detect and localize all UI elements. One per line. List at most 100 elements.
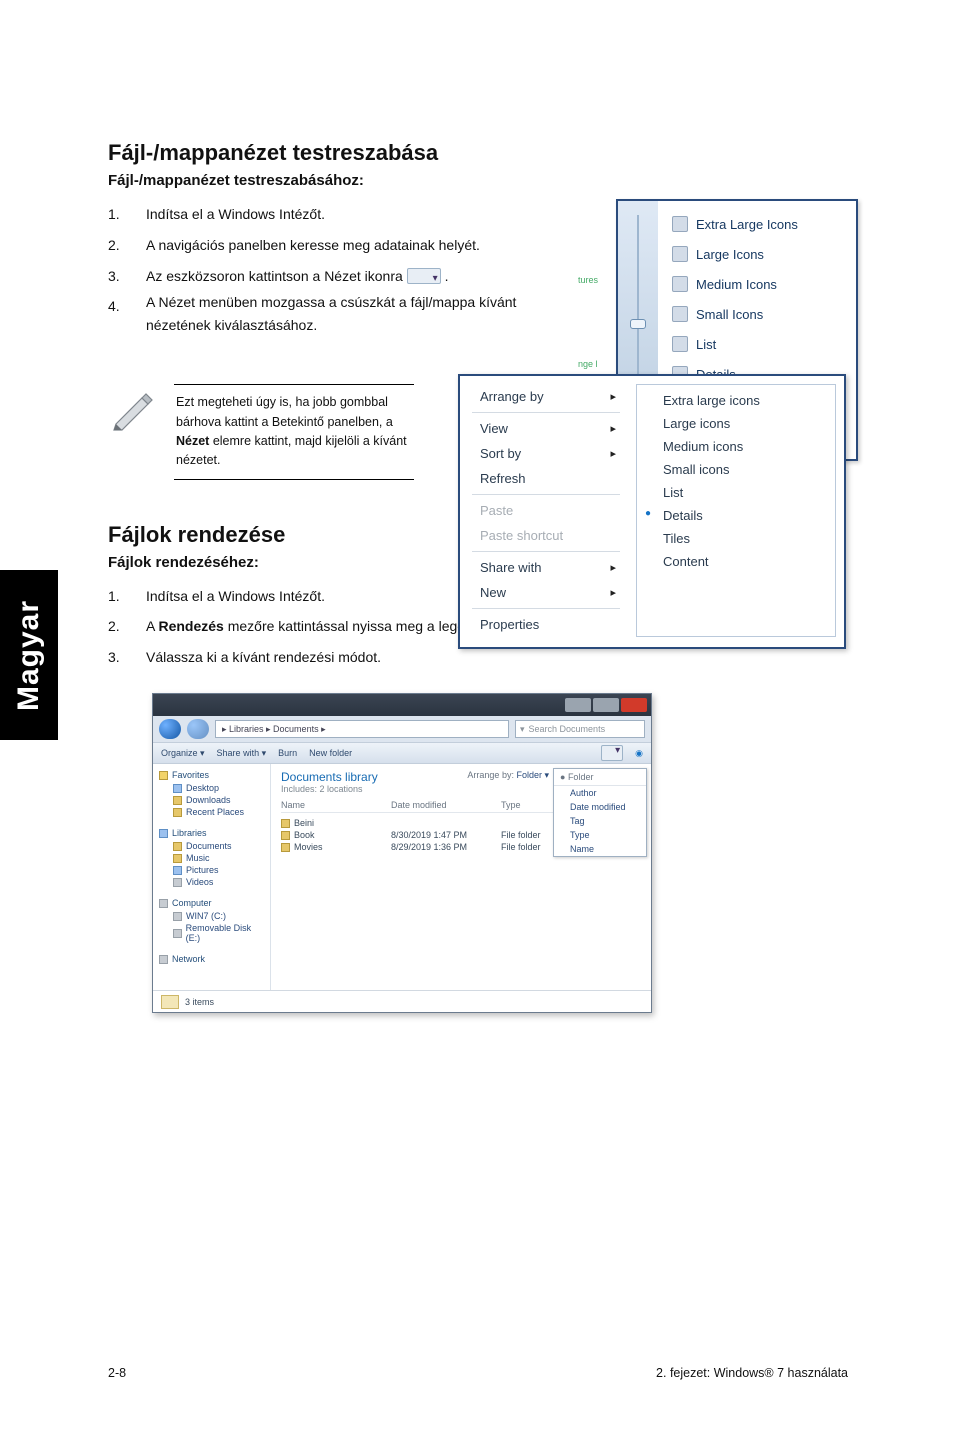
drive-icon — [173, 912, 182, 921]
s1-step4: A Nézet menüben mozgassa a csúszkát a fá… — [146, 291, 538, 336]
ctx-arrange-by[interactable]: Arrange by▸ — [466, 384, 626, 409]
arrange-name[interactable]: Name — [554, 842, 646, 856]
ctx-view-details[interactable]: Details — [637, 504, 835, 527]
sb-favorites[interactable]: Favorites — [159, 770, 264, 780]
large-icons-icon — [672, 246, 688, 262]
context-menu[interactable]: Arrange by▸ View▸ Sort by▸ Refresh Paste… — [458, 374, 846, 649]
s2-step3: Válassza ki a kívánt rendezési módot. — [146, 642, 381, 673]
sb-network[interactable]: Network — [159, 954, 264, 964]
arrange-dropdown[interactable]: ● Folder Author Date modified Tag Type N… — [553, 768, 647, 857]
tb-help-icon[interactable]: ◉ — [635, 748, 643, 759]
pencil-icon — [108, 384, 156, 432]
sb-music[interactable]: Music — [159, 852, 264, 864]
sb-pictures[interactable]: Pictures — [159, 864, 264, 876]
view-option-extra-large[interactable]: Extra Large Icons — [666, 209, 856, 239]
breadcrumb[interactable]: ▸ Libraries ▸ Documents ▸ — [215, 720, 509, 738]
sb-computer[interactable]: Computer — [159, 898, 264, 908]
ctx-properties[interactable]: Properties — [466, 612, 626, 637]
content-area: Fájl-/mappanézet testreszabása Fájl-/map… — [108, 140, 858, 1013]
ctx-view-xl[interactable]: Extra large icons — [637, 389, 835, 412]
titlebar — [153, 694, 651, 716]
arrange-value[interactable]: Folder ▾ — [516, 770, 549, 780]
ctx-paste-shortcut: Paste shortcut — [466, 523, 626, 548]
documents-icon — [173, 842, 182, 851]
desktop-icon — [173, 784, 182, 793]
tb-view-icon[interactable] — [601, 745, 623, 761]
libraries-icon — [159, 829, 168, 838]
sb-videos[interactable]: Videos — [159, 876, 264, 888]
search-input[interactable]: ▾ Search Documents — [515, 720, 645, 738]
sb-downloads[interactable]: Downloads — [159, 794, 264, 806]
s1-step2: A navigációs panelben keresse meg adatai… — [146, 230, 480, 261]
view-toolbar-icon — [407, 268, 441, 284]
view-option-large[interactable]: Large Icons — [666, 239, 856, 269]
s1-step1: Indítsa el a Windows Intézőt. — [146, 199, 325, 230]
status-folder-icon — [161, 995, 179, 1009]
folder-icon — [281, 843, 290, 852]
strip-tag-bottom: nge l — [578, 359, 598, 369]
status-count: 3 items — [185, 997, 214, 1007]
section1-steps: 1.Indítsa el a Windows Intézőt. 2.A navi… — [108, 199, 538, 336]
tb-newfolder[interactable]: New folder — [309, 748, 352, 758]
ctx-view-list[interactable]: List — [637, 481, 835, 504]
ctx-sort-by[interactable]: Sort by▸ — [466, 441, 626, 466]
ctx-new[interactable]: New▸ — [466, 580, 626, 605]
note-block: Ezt megteheti úgy is, ha jobb gombbal bá… — [108, 384, 848, 480]
tb-burn[interactable]: Burn — [278, 748, 297, 758]
sidebar: Favorites Desktop Downloads Recent Place… — [153, 764, 271, 990]
explorer-window: ▸ Libraries ▸ Documents ▸ ▾ Search Docum… — [152, 693, 652, 1013]
ctx-view[interactable]: View▸ — [466, 416, 626, 441]
note-text: Ezt megteheti úgy is, ha jobb gombbal bá… — [174, 384, 414, 480]
list-icon — [672, 336, 688, 352]
tb-organize[interactable]: Organize ▾ — [161, 748, 205, 759]
window-close-button[interactable] — [621, 698, 647, 712]
ctx-view-small[interactable]: Small icons — [637, 458, 835, 481]
ctx-refresh[interactable]: Refresh — [466, 466, 626, 491]
arrange-date[interactable]: Date modified — [554, 800, 646, 814]
language-tab: Magyar — [0, 570, 58, 740]
arrange-type[interactable]: Type — [554, 828, 646, 842]
view-option-small[interactable]: Small Icons — [666, 299, 856, 329]
status-bar: 3 items — [153, 990, 651, 1012]
strip-tag-top: tures — [578, 275, 598, 285]
sb-libraries[interactable]: Libraries — [159, 828, 264, 838]
view-slider-thumb[interactable] — [630, 319, 646, 329]
window-maximize-button[interactable] — [593, 698, 619, 712]
ctx-view-medium[interactable]: Medium icons — [637, 435, 835, 458]
recent-icon — [173, 808, 182, 817]
folder-icon — [281, 831, 290, 840]
small-icons-icon — [672, 306, 688, 322]
nav-back-button[interactable] — [159, 719, 181, 739]
arrange-current: ● Folder — [554, 769, 646, 786]
window-minimize-button[interactable] — [565, 698, 591, 712]
sb-cdrive[interactable]: WIN7 (C:) — [159, 910, 264, 922]
pictures-icon — [173, 866, 182, 875]
ctx-view-large[interactable]: Large icons — [637, 412, 835, 435]
page-footer: 2-8 2. fejezet: Windows® 7 használata — [108, 1366, 848, 1380]
arrange-label: Arrange by: — [467, 770, 514, 780]
folder-icon — [281, 819, 290, 828]
sb-removable[interactable]: Removable Disk (E:) — [159, 922, 264, 944]
computer-icon — [159, 899, 168, 908]
star-icon — [159, 771, 168, 780]
usb-icon — [173, 929, 182, 938]
view-option-list[interactable]: List — [666, 329, 856, 359]
music-icon — [173, 854, 182, 863]
ctx-share-with[interactable]: Share with▸ — [466, 555, 626, 580]
ctx-view-tiles[interactable]: Tiles — [637, 527, 835, 550]
tb-share[interactable]: Share with ▾ — [217, 748, 267, 759]
sb-recent[interactable]: Recent Places — [159, 806, 264, 818]
sb-documents[interactable]: Documents — [159, 840, 264, 852]
ctx-view-content[interactable]: Content — [637, 550, 835, 573]
arrange-author[interactable]: Author — [554, 786, 646, 800]
nav-forward-button[interactable] — [187, 719, 209, 739]
videos-icon — [173, 878, 182, 887]
view-option-medium[interactable]: Medium Icons — [666, 269, 856, 299]
sb-desktop[interactable]: Desktop — [159, 782, 264, 794]
navbar: ▸ Libraries ▸ Documents ▸ ▾ Search Docum… — [153, 716, 651, 742]
arrange-tag[interactable]: Tag — [554, 814, 646, 828]
s2-step1: Indítsa el a Windows Intézőt. — [146, 581, 325, 612]
s1-step3: Az eszközsoron kattintson a Nézet ikonra… — [146, 261, 448, 292]
extra-large-icons-icon — [672, 216, 688, 232]
context-menu-left: Arrange by▸ View▸ Sort by▸ Refresh Paste… — [466, 384, 626, 637]
